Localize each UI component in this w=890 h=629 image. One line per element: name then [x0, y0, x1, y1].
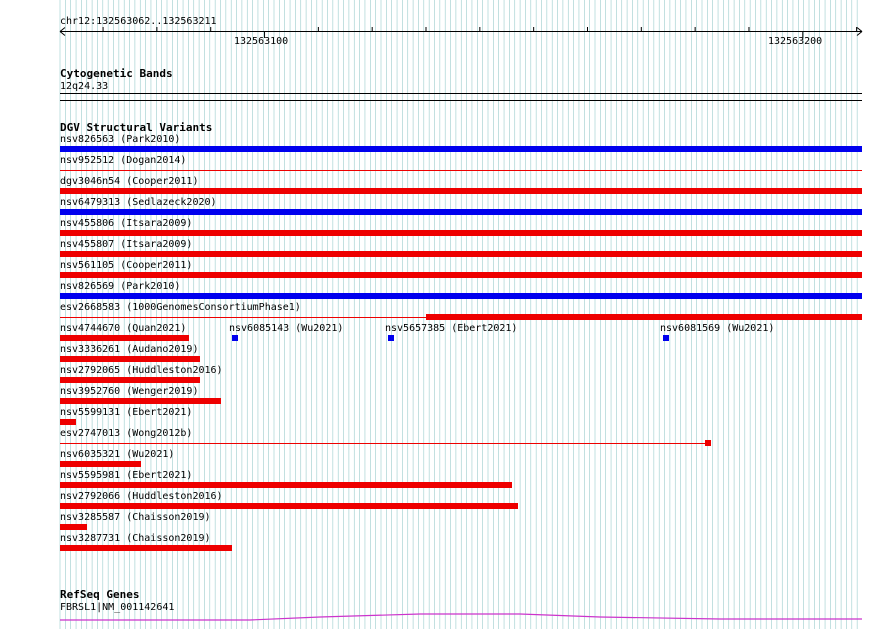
gene-model[interactable]: [0, 0, 890, 629]
gene-intron-line: [60, 613, 862, 621]
